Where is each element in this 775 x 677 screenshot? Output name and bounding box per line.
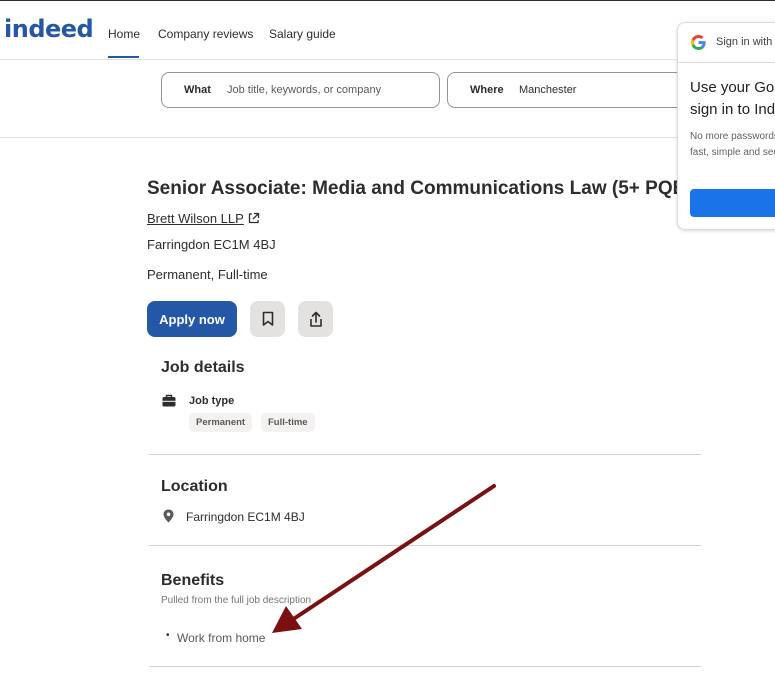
where-label: Where	[470, 84, 504, 96]
apply-now-button[interactable]: Apply now	[147, 301, 237, 337]
site-header: indeed Home Company reviews Salary guide	[0, 1, 775, 60]
job-location: Farringdon EC1M 4BJ	[147, 237, 276, 252]
section-divider	[149, 666, 701, 667]
what-label: What	[184, 84, 211, 96]
location-pin-icon	[163, 509, 174, 523]
google-prompt-header: Sign in with Google	[716, 36, 775, 48]
google-prompt-title: Use your Google Account to sign in to In…	[690, 79, 775, 118]
section-divider	[149, 545, 701, 546]
where-search-field[interactable]: Where Manchester	[447, 72, 709, 108]
search-bar: What Job title, keywords, or company Whe…	[0, 60, 775, 138]
section-divider	[149, 454, 701, 455]
job-title: Senior Associate: Media and Communicatio…	[147, 178, 692, 199]
location-value: Farringdon EC1M 4BJ	[186, 510, 305, 524]
what-input[interactable]: Job title, keywords, or company	[227, 84, 381, 96]
indeed-logo[interactable]: indeed	[4, 15, 94, 43]
job-type-tag: Full-time	[261, 413, 315, 432]
benefits-heading: Benefits	[161, 572, 225, 589]
list-bullet: •	[166, 630, 170, 641]
google-prompt-description: No more passwords to remember. Signing i…	[690, 131, 775, 158]
benefit-item: Work from home	[177, 631, 266, 645]
job-details-heading: Job details	[161, 359, 245, 376]
save-job-button[interactable]	[250, 301, 285, 337]
arrow-head	[272, 606, 302, 633]
job-type-label: Job type	[189, 395, 235, 407]
briefcase-icon	[162, 394, 176, 407]
job-type-tag: Permanent	[189, 413, 253, 432]
what-search-field[interactable]: What Job title, keywords, or company	[161, 72, 440, 108]
bookmark-icon	[262, 311, 273, 326]
external-link-icon[interactable]	[247, 212, 260, 225]
nav-salary-guide[interactable]: Salary guide	[269, 27, 336, 41]
benefits-subheading: Pulled from the full job description	[161, 595, 312, 606]
popup-divider	[678, 62, 775, 63]
nav-active-indicator	[108, 56, 139, 58]
share-job-button[interactable]	[298, 301, 333, 337]
share-icon	[309, 311, 322, 327]
google-logo-icon	[691, 35, 706, 50]
google-continue-button[interactable]	[690, 189, 775, 217]
nav-home[interactable]: Home	[108, 27, 140, 41]
location-heading: Location	[161, 478, 228, 495]
nav-company-reviews[interactable]: Company reviews	[158, 27, 253, 41]
where-input[interactable]: Manchester	[519, 84, 576, 96]
google-sign-in-prompt: Sign in with Google Use your Google Acco…	[677, 22, 775, 230]
company-link[interactable]: Brett Wilson LLP	[147, 211, 244, 226]
job-type-summary: Permanent, Full-time	[147, 267, 268, 282]
